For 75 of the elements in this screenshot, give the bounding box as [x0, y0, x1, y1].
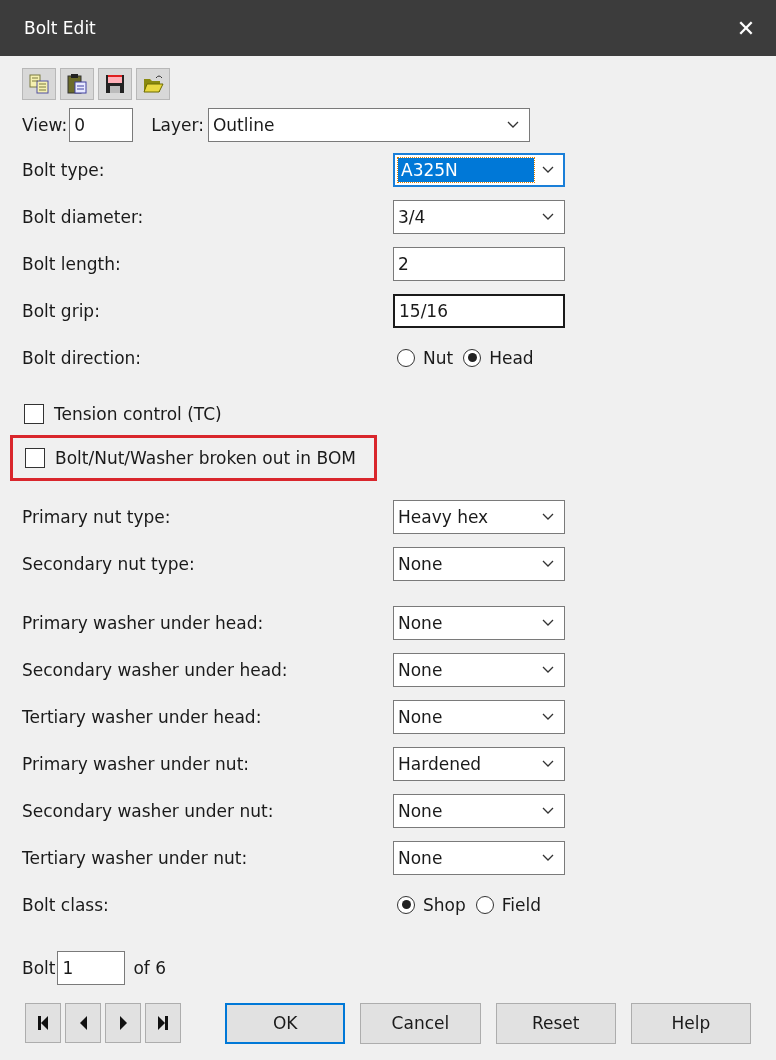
field-label: Bolt class: [22, 894, 110, 915]
field-label: Secondary washer under head: [22, 659, 289, 680]
chevron-down-icon [542, 618, 554, 627]
field-label: Bolt length: [22, 253, 122, 274]
dropdown[interactable]: Heavy hex [393, 499, 565, 534]
first-icon [37, 1015, 49, 1031]
folder-icon [142, 73, 164, 95]
chevron-down-icon [542, 665, 554, 674]
chevron-down-icon [542, 512, 554, 521]
bolt-number-field[interactable]: 1 [57, 951, 126, 985]
checkbox-label: Bolt/Nut/Washer broken out in BOM [55, 448, 356, 468]
checkbox[interactable] [25, 448, 45, 468]
field-label: Secondary nut type: [22, 553, 196, 574]
field-label: Primary washer under nut: [22, 753, 251, 774]
radio-label: Shop [423, 894, 466, 915]
dropdown[interactable]: None [393, 652, 565, 687]
chevron-down-icon [542, 853, 554, 862]
previous-button[interactable] [65, 1003, 101, 1043]
field-label: Bolt type: [22, 159, 106, 180]
dropdown[interactable]: Hardened [393, 746, 565, 781]
dialog-button[interactable]: OK [225, 1002, 346, 1044]
view-label: View: [22, 115, 68, 135]
field-label: Primary nut type: [22, 506, 172, 527]
dialog-button[interactable]: Help [630, 1002, 751, 1044]
dialog-button[interactable]: Reset [495, 1002, 616, 1044]
chevron-down-icon [542, 759, 554, 768]
last-icon [157, 1015, 169, 1031]
chevron-down-icon [542, 559, 554, 568]
last-button[interactable] [145, 1003, 181, 1043]
dropdown[interactable]: None [393, 546, 565, 581]
radio-button[interactable] [475, 895, 494, 914]
dialog-button[interactable]: Cancel [360, 1002, 481, 1044]
dropdown[interactable]: None [393, 793, 565, 828]
checkbox[interactable] [24, 404, 44, 424]
input-field[interactable]: 2 [393, 246, 565, 281]
next-button[interactable] [105, 1003, 141, 1043]
first-button[interactable] [25, 1003, 61, 1043]
chevron-down-icon [542, 212, 554, 221]
radio-label: Nut [423, 347, 454, 368]
dropdown[interactable]: 3/4 [393, 199, 565, 234]
chevron-down-icon [542, 165, 554, 174]
chevron-down-icon [506, 121, 519, 129]
dropdown[interactable]: A325N [393, 152, 565, 187]
view-field[interactable]: 0 [69, 108, 134, 142]
radio-label: Head [489, 347, 534, 368]
previous-icon [78, 1015, 88, 1031]
layer-dropdown[interactable]: Outline [207, 108, 530, 142]
field-label: Bolt diameter: [22, 206, 145, 227]
window-title: Bolt Edit [24, 18, 96, 38]
radio-label: Field [501, 894, 541, 915]
input-field[interactable]: 15/16 [393, 293, 565, 328]
field-label: Tertiary washer under head: [22, 706, 263, 727]
dropdown[interactable]: None [393, 605, 565, 640]
next-icon [118, 1015, 128, 1031]
radio-button[interactable] [397, 348, 415, 367]
checkbox-label: Tension control (TC) [54, 404, 222, 424]
dropdown[interactable]: None [393, 840, 565, 875]
dropdown[interactable]: None [393, 699, 565, 734]
layer-label: Layer: [151, 115, 204, 135]
bolt-label: Bolt [22, 958, 56, 978]
clipboard-icon [66, 73, 88, 95]
field-label: Primary washer under head: [22, 612, 265, 633]
field-label: Bolt grip: [22, 300, 101, 321]
bolt-count: of 6 [133, 958, 167, 978]
paste-button[interactable] [60, 68, 94, 100]
chevron-down-icon [542, 712, 554, 721]
field-label: Bolt direction: [22, 347, 143, 368]
save-button[interactable] [98, 68, 132, 100]
radio-button[interactable] [397, 895, 415, 914]
chevron-down-icon [542, 806, 554, 815]
field-label: Secondary washer under nut: [22, 800, 275, 821]
field-label: Tertiary washer under nut: [22, 847, 249, 868]
copy-icon [28, 73, 50, 95]
close-button[interactable]: ✕ [716, 0, 776, 56]
radio-button[interactable] [463, 348, 482, 367]
